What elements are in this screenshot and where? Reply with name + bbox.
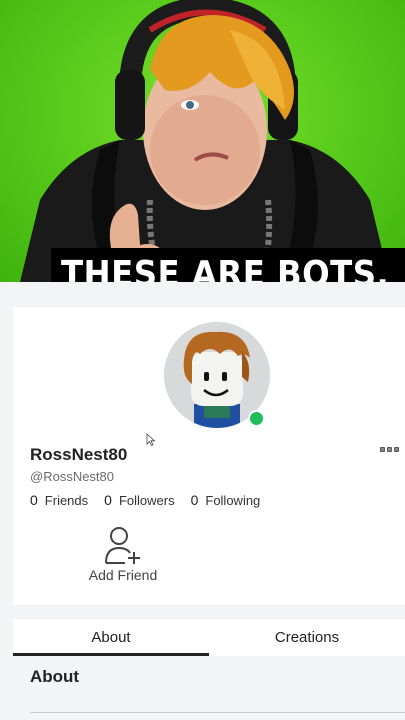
- more-options-icon[interactable]: [380, 447, 399, 452]
- username: RossNest80: [30, 445, 128, 464]
- friends-count: 0: [30, 492, 38, 508]
- video-caption: THESE ARE BOTS.: [51, 248, 405, 282]
- mouse-cursor-icon: [146, 433, 156, 446]
- video-frame: THESE ARE BOTS.: [0, 0, 405, 282]
- friends-stat[interactable]: 0 Friends: [30, 492, 88, 508]
- dot: [380, 447, 385, 452]
- creator-image: [20, 0, 390, 282]
- add-friend-label: Add Friend: [88, 567, 158, 583]
- tab-creations[interactable]: Creations: [209, 619, 405, 656]
- profile-stats: 0 Friends 0 Followers 0 Following: [30, 492, 276, 508]
- following-stat[interactable]: 0 Following: [191, 492, 261, 508]
- user-handle: @RossNest80: [30, 469, 115, 484]
- followers-stat[interactable]: 0 Followers: [104, 492, 174, 508]
- about-heading: About: [30, 667, 80, 686]
- profile-card: RossNest80 @RossNest80 0 Friends 0 Follo…: [13, 307, 405, 605]
- section-divider: [30, 712, 405, 713]
- followers-label: Followers: [118, 493, 175, 508]
- online-status-icon: [248, 410, 265, 427]
- tab-about[interactable]: About: [13, 619, 209, 656]
- following-label: Following: [205, 493, 261, 508]
- profile-tabs: About Creations: [13, 619, 405, 656]
- dot: [394, 447, 399, 452]
- add-friend-icon: [105, 527, 140, 564]
- caption-text: THESE ARE BOTS.: [61, 253, 390, 283]
- followers-count: 0: [104, 492, 112, 508]
- friends-label: Friends: [44, 493, 89, 508]
- dot: [387, 447, 392, 452]
- following-count: 0: [190, 492, 199, 508]
- add-friend-button[interactable]: Add Friend: [83, 525, 163, 583]
